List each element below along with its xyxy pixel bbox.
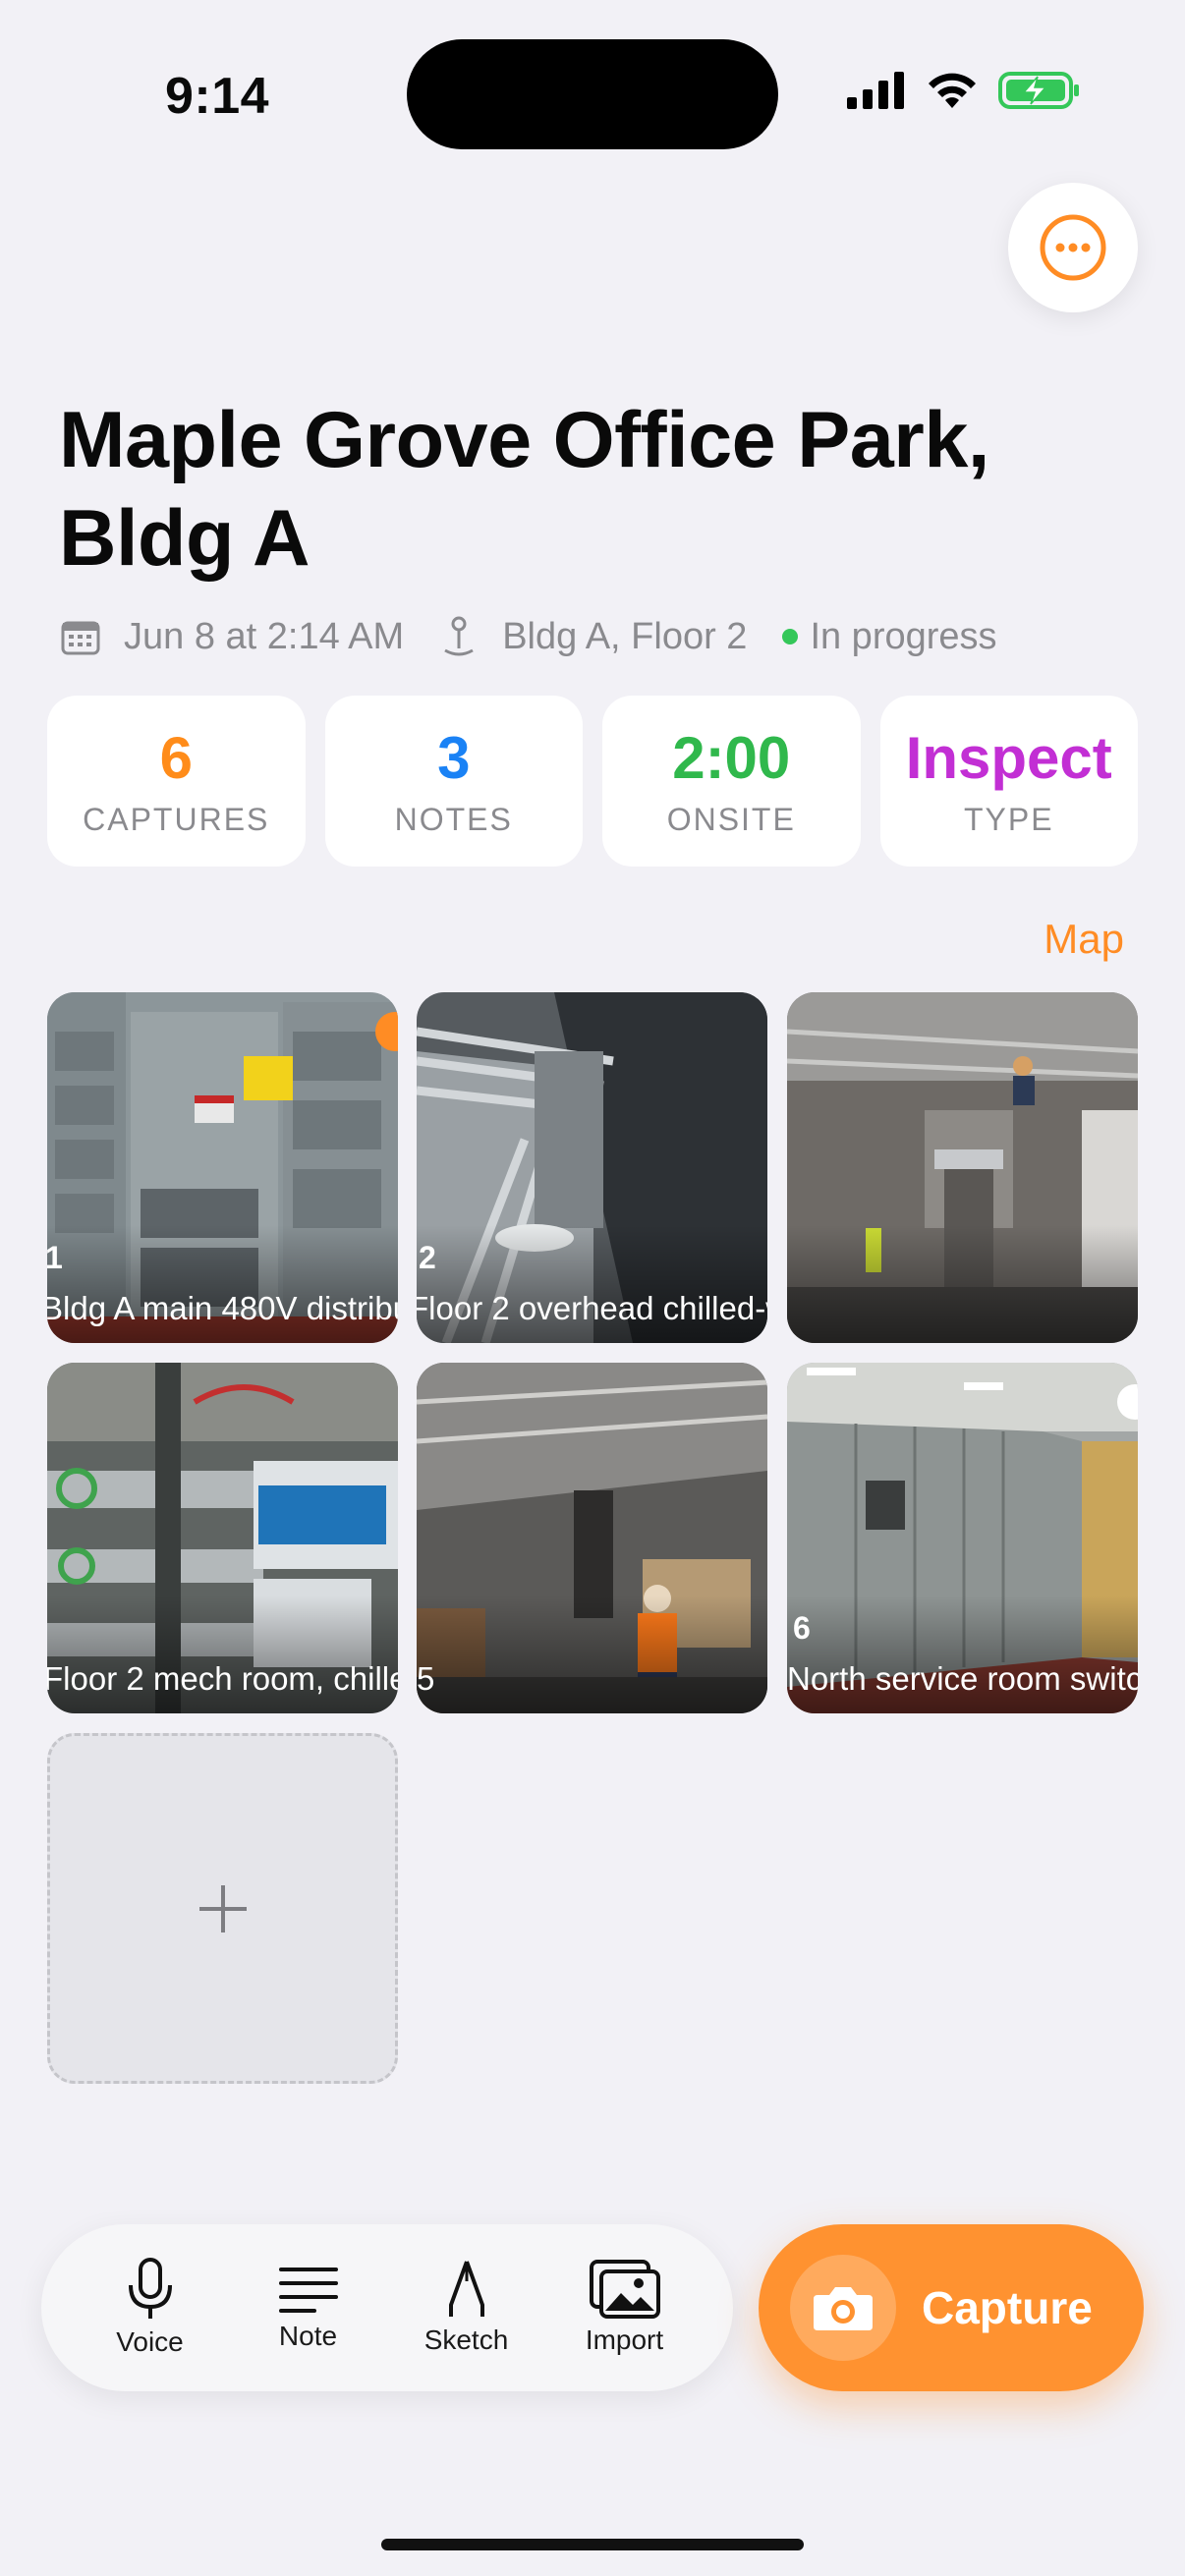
stat-value: 6 bbox=[159, 724, 193, 791]
stat-value: 2:00 bbox=[672, 724, 791, 791]
capture-caption: Floor 2 overhead chilled-water bbox=[417, 1290, 767, 1326]
stat-type: Inspect TYPE bbox=[879, 696, 1138, 867]
import-button[interactable]: Import bbox=[556, 2260, 694, 2356]
note-label: Note bbox=[278, 2321, 338, 2351]
caption-gradient bbox=[787, 1225, 1138, 1343]
wifi-icon bbox=[929, 73, 976, 108]
voice-button[interactable]: Voice bbox=[82, 2258, 219, 2358]
location-meta: Bldg A, Floor 2 bbox=[439, 615, 747, 658]
capture-tile[interactable]: 2 Floor 2 overhead chilled-water bbox=[417, 992, 767, 1343]
capture-button[interactable]: Capture bbox=[759, 2224, 1144, 2391]
stat-label: CAPTURES bbox=[83, 801, 270, 837]
capture-tile[interactable]: Floor 2 mech room, chilled bbox=[47, 1363, 398, 1713]
date-meta: Jun 8 at 2:14 AM bbox=[61, 616, 404, 658]
microphone-icon bbox=[128, 2258, 172, 2319]
stat-label: NOTES bbox=[394, 801, 513, 837]
capture-label: Capture bbox=[922, 2282, 1093, 2333]
text-lines-icon bbox=[278, 2268, 338, 2313]
sketch-label: Sketch bbox=[423, 2324, 509, 2355]
capture-tile[interactable]: 1 Bldg A main 480V distribution bbox=[47, 992, 398, 1343]
status-meta: In progress bbox=[782, 615, 997, 658]
pen-tip-icon bbox=[448, 2261, 484, 2317]
camera-icon bbox=[814, 2287, 873, 2330]
capture-number: 5 bbox=[417, 1660, 435, 1697]
ellipsis-circle-icon bbox=[1040, 214, 1106, 281]
capture-number: 2 bbox=[419, 1240, 436, 1275]
stat-value: Inspect bbox=[905, 724, 1112, 791]
stats-row: 6 CAPTURES 3 NOTES 2:00 ONSITE Inspect T… bbox=[47, 696, 1138, 867]
map-link[interactable]: Map bbox=[1044, 916, 1124, 963]
capture-tile[interactable]: 5 bbox=[417, 1363, 767, 1713]
sketch-button[interactable]: Sketch bbox=[398, 2260, 536, 2356]
capture-caption: Floor 2 mech room, chilled bbox=[47, 1660, 398, 1697]
capture-caption: North service room switchgear bbox=[787, 1660, 1138, 1697]
photo-stack-icon bbox=[589, 2260, 660, 2319]
battery-charging-icon bbox=[998, 72, 1079, 109]
status-dot-icon bbox=[782, 629, 799, 644]
add-capture-tile[interactable] bbox=[47, 1733, 398, 2084]
capture-toolbar: Voice Note Sketch Import bbox=[41, 2224, 733, 2391]
voice-label: Voice bbox=[116, 2326, 184, 2357]
status-bar: 9:14 bbox=[0, 0, 1185, 187]
caption-gradient bbox=[417, 1596, 767, 1713]
stat-label: TYPE bbox=[963, 801, 1054, 837]
calendar-icon bbox=[61, 618, 100, 655]
project-date: Jun 8 at 2:14 AM bbox=[124, 615, 405, 657]
home-indicator[interactable] bbox=[381, 2539, 804, 2550]
location-pin-icon bbox=[439, 615, 479, 658]
stat-notes: 3 NOTES bbox=[324, 696, 583, 867]
project-location: Bldg A, Floor 2 bbox=[502, 615, 748, 657]
capture-number: 1 bbox=[47, 1240, 63, 1275]
more-options-button[interactable] bbox=[1008, 183, 1138, 312]
capture-tile[interactable]: 6 North service room switchgear bbox=[787, 1363, 1138, 1713]
stat-value: 3 bbox=[437, 724, 471, 791]
capture-caption: Bldg A main 480V distribution bbox=[47, 1290, 398, 1326]
signal-icon bbox=[847, 72, 904, 109]
project-title: Maple Grove Office Park, Bldg A bbox=[59, 396, 989, 583]
dynamic-island bbox=[407, 39, 778, 149]
camera-icon-badge bbox=[790, 2255, 896, 2361]
stat-captures: 6 CAPTURES bbox=[47, 696, 306, 867]
stat-onsite: 2:00 ONSITE bbox=[602, 696, 861, 867]
note-button[interactable]: Note bbox=[240, 2264, 377, 2352]
project-meta: Jun 8 at 2:14 AM Bldg A, Floor 2 In prog… bbox=[61, 607, 997, 666]
capture-tile[interactable] bbox=[787, 992, 1138, 1343]
capture-number: 6 bbox=[793, 1610, 811, 1646]
stat-label: ONSITE bbox=[666, 801, 796, 837]
status-icons bbox=[847, 71, 1081, 110]
plus-icon bbox=[198, 1884, 247, 1932]
import-label: Import bbox=[585, 2324, 664, 2355]
project-status: In progress bbox=[810, 615, 997, 657]
status-time: 9:14 bbox=[165, 68, 270, 125]
